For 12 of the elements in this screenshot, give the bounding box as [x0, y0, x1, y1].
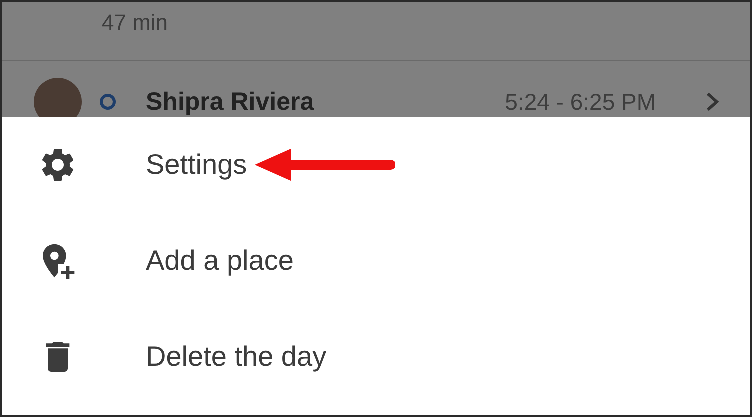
visit-time: 5:24 - 6:25 PM — [505, 88, 656, 116]
chevron-icon — [706, 92, 720, 112]
place-name: Shipra Riviera — [146, 88, 314, 116]
menu-label: Delete the day — [146, 341, 327, 373]
menu-item[interactable]: Delete the day — [2, 309, 750, 405]
place-avatar — [34, 78, 82, 117]
place-dot — [100, 94, 116, 110]
menu-label: Settings — [146, 149, 248, 181]
menu-item[interactable]: Add a place — [2, 213, 750, 309]
menu-label: Add a place — [146, 245, 294, 277]
duration-text: 47 min — [2, 2, 750, 61]
menu-item[interactable]: Settings — [2, 117, 750, 213]
